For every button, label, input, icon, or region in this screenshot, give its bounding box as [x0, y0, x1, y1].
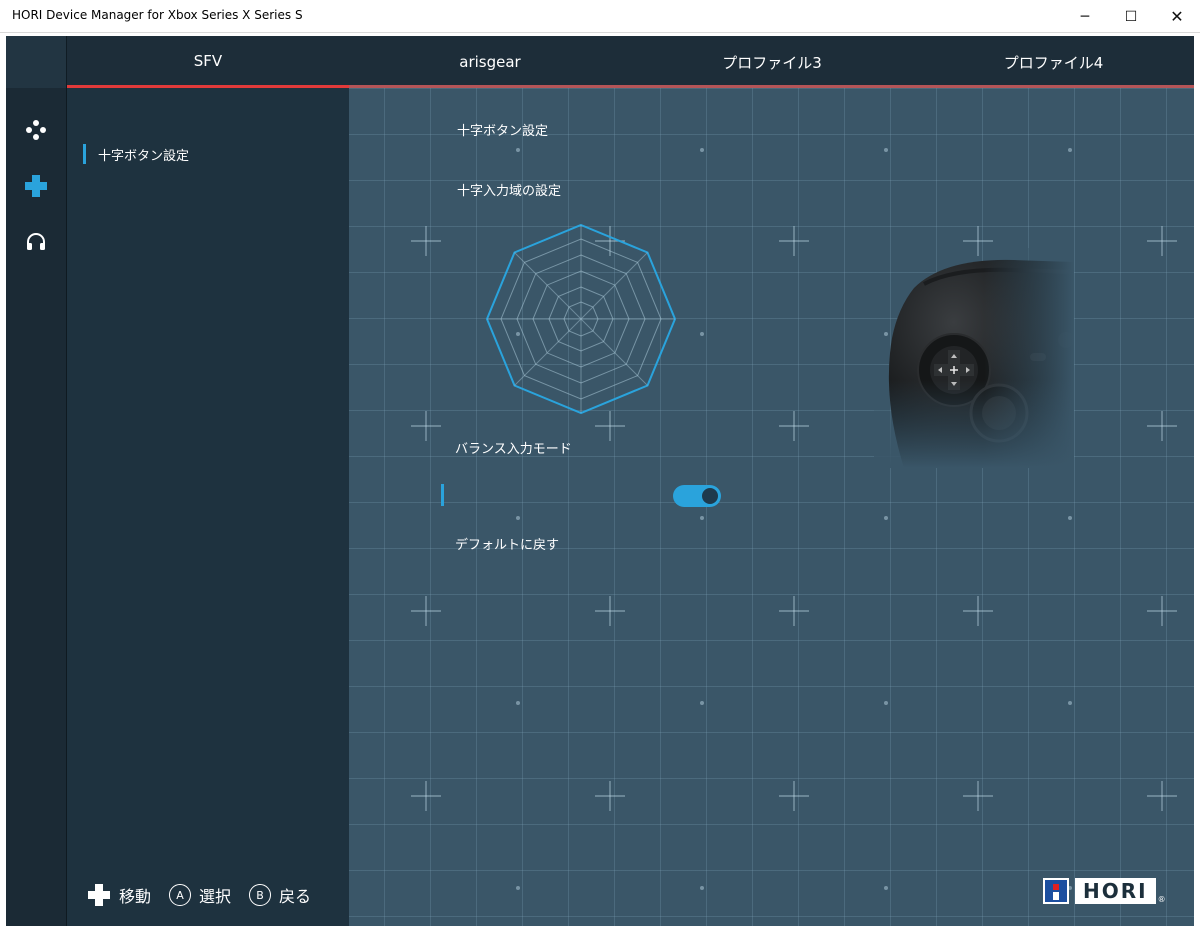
dpad-icon[interactable]: [20, 170, 52, 202]
category-icon-bar: [6, 88, 67, 926]
minimize-button[interactable]: ─: [1062, 0, 1108, 33]
selection-indicator: [83, 144, 86, 164]
balance-mode-label: バランス入力モード: [455, 442, 572, 457]
balance-mode-toggle[interactable]: [673, 485, 721, 507]
tab-profile-3[interactable]: プロファイル3: [631, 36, 913, 88]
grid-crosshairs: [411, 148, 1177, 890]
menu-item-label: 十字ボタン設定: [98, 148, 190, 164]
title-bar: HORI Device Manager for Xbox Series X Se…: [0, 0, 1200, 33]
settings-panel: 十字ボタン設定 十字入力域の設定 バランス入力モード デフォルトに戻す HORI…: [349, 88, 1194, 926]
tab-profile-2[interactable]: arisgear: [349, 36, 631, 88]
dpad-hint-icon: [87, 883, 111, 907]
hint-back: B 戻る: [249, 883, 311, 907]
profile-tab-bar: SFV arisgear プロファイル3 プロファイル4: [6, 36, 1194, 88]
hori-logo: HORI ®: [1043, 878, 1166, 904]
tab-profile-1[interactable]: SFV: [67, 36, 349, 88]
toggle-knob: [702, 488, 718, 504]
app-window: SFV arisgear プロファイル3 プロファイル4 十字ボタン設定 移動 …: [6, 36, 1194, 926]
tab-profile-4[interactable]: プロファイル4: [913, 36, 1194, 88]
hori-mark: [1043, 878, 1069, 904]
hint-select-label: 選択: [199, 887, 232, 906]
registered-mark: ®: [1157, 895, 1166, 904]
close-button[interactable]: ✕: [1154, 0, 1200, 33]
section-title: 十字ボタン設定: [457, 124, 549, 139]
a-button-icon: A: [169, 884, 192, 906]
input-range-radar[interactable]: [486, 222, 676, 416]
hint-move: 移動: [87, 883, 151, 907]
control-hints: 移動 A 選択 B 戻る: [87, 882, 329, 908]
input-range-setting[interactable]: 十字入力域の設定: [457, 180, 561, 199]
maximize-button[interactable]: ☐: [1108, 0, 1154, 33]
buttons-icon[interactable]: [20, 114, 52, 146]
headset-icon[interactable]: [20, 226, 52, 258]
hint-select: A 選択: [169, 883, 231, 907]
selection-indicator: [441, 484, 444, 506]
tab-corner: [6, 36, 67, 88]
reset-default-button[interactable]: デフォルトに戻す: [455, 534, 559, 553]
menu-item-dpad-settings[interactable]: 十字ボタン設定: [83, 144, 189, 164]
b-button-icon: B: [249, 884, 272, 906]
hint-move-label: 移動: [119, 887, 152, 906]
side-menu: 十字ボタン設定 移動 A 選択 B 戻る: [67, 88, 349, 926]
hori-wordmark: HORI: [1075, 878, 1156, 904]
hint-back-label: 戻る: [279, 887, 312, 906]
window-title: HORI Device Manager for Xbox Series X Se…: [12, 8, 303, 22]
controller-image: [874, 248, 1074, 468]
